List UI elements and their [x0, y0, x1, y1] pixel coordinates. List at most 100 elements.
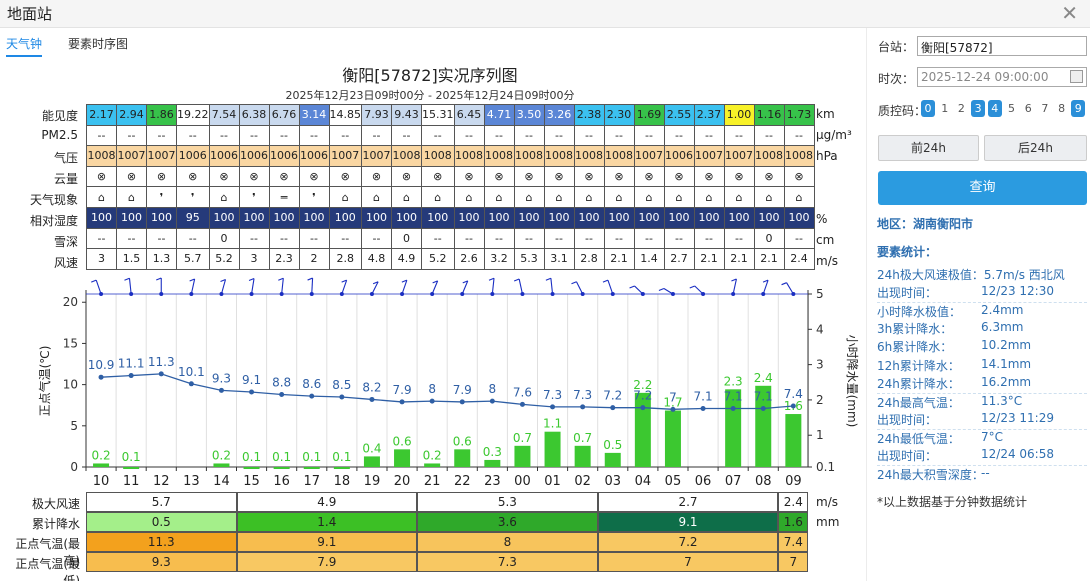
wind-barb — [281, 278, 284, 295]
prev-24h-button[interactable]: 前24h — [878, 135, 979, 161]
segment-block: 9.1 — [236, 532, 418, 552]
param-cell: -- — [543, 227, 575, 250]
rain-bar — [454, 449, 471, 467]
temp-label: 7.3 — [543, 388, 562, 402]
x-tick-label: 00 — [514, 474, 531, 489]
wind-barb — [663, 288, 674, 295]
param-cell: ⌂ — [116, 186, 147, 208]
wind-barb-flag — [401, 279, 408, 283]
x-tick-label: 20 — [394, 474, 411, 489]
param-cell: 4.8 — [361, 248, 392, 270]
qc-code-toggle[interactable]: 4 — [987, 100, 1002, 117]
wind-barb — [575, 281, 584, 295]
wind-station-dot — [400, 292, 405, 296]
param-cell: 2 — [298, 248, 330, 270]
segment-block: 9.1 — [597, 512, 779, 532]
param-cell: ⌂ — [543, 186, 575, 208]
x-tick-label: 18 — [334, 474, 351, 489]
wind-barb — [732, 278, 737, 295]
temp-point — [218, 387, 224, 393]
wind-barb — [95, 279, 102, 295]
param-cell: 2.7 — [663, 248, 695, 270]
query-button[interactable]: 查询 — [878, 171, 1087, 205]
param-cell: 2.30 — [603, 104, 635, 126]
qc-code-toggle[interactable]: 6 — [1021, 100, 1035, 117]
param-cell: 7.93 — [361, 104, 392, 126]
wind-barb-flag — [189, 278, 195, 282]
next-24h-button[interactable]: 后24h — [984, 135, 1087, 161]
wind-barb — [518, 278, 523, 295]
qc-code-toggle[interactable]: 1 — [938, 100, 952, 117]
param-cell: 2.1 — [693, 248, 725, 270]
param-cell: 1.86 — [146, 104, 177, 126]
param-cell: 100 — [483, 206, 515, 229]
stat-value: 12/23 11:29 — [981, 410, 1054, 425]
x-tick-label: 13 — [183, 474, 200, 489]
stat-value: 12/24 06:58 — [981, 447, 1054, 461]
wind-station-dot — [610, 292, 615, 296]
stat-value: 14.1mm — [981, 356, 1032, 371]
param-cell: 100 — [208, 206, 240, 229]
param-cell: ⊗ — [176, 165, 210, 188]
param-cell: 1.5 — [116, 248, 147, 270]
wind-barb — [128, 278, 132, 295]
param-cell: -- — [238, 124, 270, 147]
qc-code-toggle[interactable]: 2 — [954, 100, 968, 117]
station-input[interactable]: 衡阳[57872] — [917, 36, 1087, 56]
wind-station-dot — [339, 292, 344, 296]
time-input[interactable]: 2025-12-24 09:00:00 — [917, 67, 1087, 87]
param-cell: 1008 — [783, 145, 815, 167]
param-cell: 1007 — [633, 145, 665, 167]
close-icon[interactable]: ✕ — [1061, 1, 1078, 25]
param-cell: ⊗ — [483, 165, 515, 188]
param-cell: 95 — [176, 206, 210, 229]
tab-element-series[interactable]: 要素时序图 — [68, 35, 128, 57]
stat-row: 12h累计降水： 14.1mm — [877, 357, 1087, 375]
wind-station-dot — [731, 292, 736, 296]
param-cell: 1.73 — [783, 104, 815, 126]
wind-station-dot — [701, 292, 706, 296]
param-cell: 0 — [753, 227, 785, 250]
param-cell: -- — [513, 124, 545, 147]
param-cell: 5.2 — [421, 248, 455, 270]
wind-barb — [431, 280, 439, 295]
wind-barb — [694, 285, 704, 295]
temp-point — [459, 399, 465, 405]
param-cell: 1.69 — [633, 104, 665, 126]
wind-station-dot — [129, 292, 134, 296]
segment-block: 3.6 — [417, 512, 598, 532]
qc-code-toggle[interactable]: 7 — [1038, 100, 1052, 117]
param-cell: ⊗ — [783, 165, 815, 188]
wind-barb-flag — [341, 279, 347, 283]
x-tick-label: 19 — [364, 474, 381, 489]
row-label: 天气现象 — [29, 193, 78, 207]
param-cell: -- — [208, 124, 240, 147]
qc-code-toggle[interactable]: 9 — [1071, 100, 1086, 117]
param-cell: 1007 — [328, 145, 362, 167]
param-cell: ⊗ — [543, 165, 575, 188]
temp-point — [369, 396, 375, 402]
param-cell: 3 — [86, 248, 117, 270]
tab-weather-clock[interactable]: 天气钟 — [6, 35, 43, 57]
qc-code-toggle[interactable]: 0 — [921, 100, 935, 117]
param-cell: 100 — [543, 206, 575, 229]
param-cell: -- — [573, 227, 605, 250]
qc-code-toggle[interactable]: 8 — [1055, 100, 1069, 117]
param-cell: 100 — [663, 206, 695, 229]
wind-barb — [461, 280, 469, 295]
param-cell: ⌂ — [208, 186, 240, 208]
row-label: PM2.5 — [41, 128, 78, 142]
qc-code-toggle[interactable]: 5 — [1005, 100, 1019, 117]
param-cell: -- — [176, 124, 210, 147]
stat-row: 24h累计降水： 16.2mm — [877, 375, 1087, 393]
wind-barb-flag — [731, 278, 737, 282]
x-tick-label: 10 — [93, 474, 110, 489]
param-cell: -- — [146, 124, 177, 147]
param-cell: 1008 — [483, 145, 515, 167]
y-left-tick-label: 5 — [70, 419, 78, 433]
stat-key: 出现时间： — [877, 286, 938, 301]
param-cell: ⌂ — [663, 186, 695, 208]
row-unit: μg/m³ — [816, 128, 852, 142]
qc-code-toggle[interactable]: 3 — [971, 100, 986, 117]
calendar-icon[interactable] — [1070, 70, 1083, 83]
